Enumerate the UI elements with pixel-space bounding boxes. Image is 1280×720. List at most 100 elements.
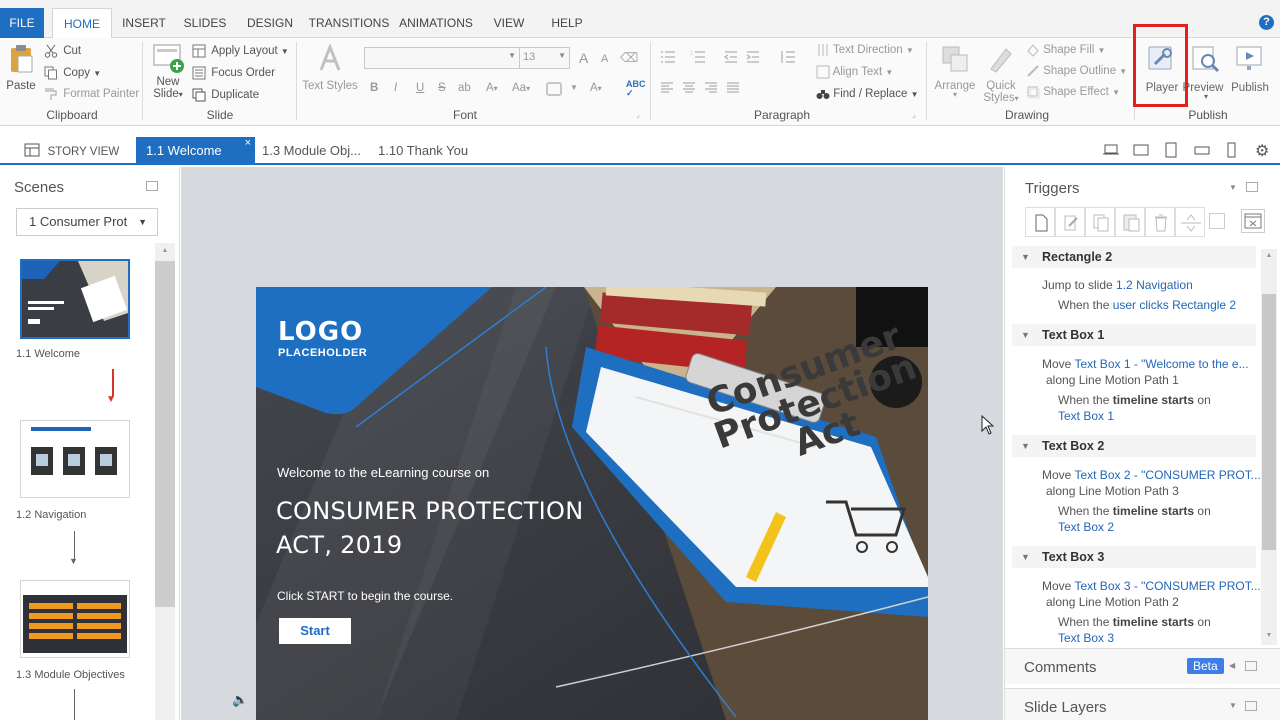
- gear-icon[interactable]: ⚙: [1255, 141, 1269, 161]
- increase-indent-icon[interactable]: [746, 50, 760, 67]
- duplicate-button[interactable]: Duplicate: [192, 85, 259, 105]
- move-trigger-icon[interactable]: [1175, 207, 1205, 237]
- trigger-condition[interactable]: When the timeline starts on: [1058, 504, 1211, 518]
- italic-button[interactable]: I: [394, 78, 397, 98]
- font-color-button[interactable]: A▾: [590, 78, 602, 98]
- text-styles-button[interactable]: Text Styles: [302, 42, 358, 92]
- new-trigger-icon[interactable]: [1025, 207, 1055, 237]
- tab-transitions[interactable]: TRANSITIONS: [306, 8, 392, 38]
- spellcheck-icon[interactable]: ABC ✓: [626, 80, 646, 98]
- scene-dropdown[interactable]: 1 Consumer Prot ▼: [16, 208, 158, 236]
- trigger-action[interactable]: Jump to slide 1.2 Navigation: [1042, 278, 1193, 292]
- justify-icon[interactable]: [726, 82, 740, 97]
- desktop-preview-icon[interactable]: [1103, 143, 1119, 160]
- phone-portrait-icon[interactable]: [1225, 142, 1237, 161]
- grow-font-button[interactable]: A: [579, 48, 588, 68]
- publish-button[interactable]: Publish: [1226, 44, 1274, 94]
- line-spacing-icon[interactable]: [780, 50, 796, 67]
- trigger-option-icon[interactable]: [1209, 213, 1225, 229]
- bullets-icon[interactable]: [660, 50, 676, 67]
- start-button[interactable]: Start: [279, 618, 351, 644]
- find-replace-button[interactable]: Find / Replace ▼: [816, 84, 918, 104]
- help-icon[interactable]: ?: [1259, 15, 1274, 30]
- slide-thumbnail-welcome[interactable]: [20, 259, 130, 339]
- click-start-text[interactable]: Click START to begin the course.: [277, 589, 453, 603]
- numbering-icon[interactable]: 1: [690, 50, 706, 67]
- panel-float-icon[interactable]: [1246, 182, 1258, 192]
- align-right-icon[interactable]: [704, 82, 718, 97]
- shape-fill-button[interactable]: Shape Fill ▼: [1026, 40, 1105, 60]
- shrink-font-button[interactable]: A: [601, 49, 608, 69]
- paragraph-dialog-launcher-icon[interactable]: ⌟: [912, 110, 916, 119]
- trigger-condition[interactable]: When the timeline starts on: [1058, 615, 1211, 629]
- edit-trigger-icon[interactable]: [1055, 207, 1085, 237]
- shape-effect-button[interactable]: Shape Effect ▼: [1026, 82, 1120, 102]
- align-left-icon[interactable]: [660, 82, 674, 97]
- trigger-group-header[interactable]: ▼ Text Box 1: [1012, 324, 1256, 346]
- trigger-action[interactable]: Move Text Box 3 - "CONSUMER PROT...: [1042, 579, 1261, 593]
- tab-slide-welcome[interactable]: 1.1 Welcome ×: [136, 137, 255, 165]
- trigger-condition[interactable]: When the user clicks Rectangle 2: [1058, 298, 1236, 312]
- close-tab-icon[interactable]: ×: [245, 129, 251, 157]
- slide-thumbnail-navigation[interactable]: [20, 420, 130, 498]
- arrange-button[interactable]: Arrange ▾: [932, 44, 978, 99]
- trigger-action[interactable]: Move Text Box 2 - "CONSUMER PROT...: [1042, 468, 1261, 482]
- tab-design[interactable]: DESIGN: [240, 8, 300, 38]
- strikethrough-button[interactable]: S: [438, 78, 446, 98]
- new-slide-button[interactable]: New Slide▾: [150, 42, 186, 100]
- align-center-icon[interactable]: [682, 82, 696, 97]
- copy-button[interactable]: Copy ▼: [44, 63, 101, 83]
- apply-layout-button[interactable]: Apply Layout ▼: [192, 41, 289, 61]
- slide-stage[interactable]: LOGO PLACEHOLDER Consumer Protection Act…: [256, 287, 928, 720]
- font-dialog-launcher-icon[interactable]: ⌟: [636, 110, 640, 119]
- tab-help[interactable]: HELP: [546, 8, 588, 38]
- font-size-combo[interactable]: 13 ▼: [519, 47, 570, 69]
- underline-button[interactable]: U: [416, 78, 424, 98]
- shape-outline-button[interactable]: Shape Outline ▼: [1026, 61, 1127, 81]
- paste-trigger-icon[interactable]: [1115, 207, 1145, 237]
- decrease-indent-icon[interactable]: [723, 50, 738, 67]
- trigger-target[interactable]: Text Box 2: [1058, 520, 1114, 534]
- triggers-collapse-icon[interactable]: ▼: [1229, 183, 1237, 192]
- comments-expand-icon[interactable]: ◀: [1229, 661, 1235, 670]
- paste-button[interactable]: Paste: [4, 44, 38, 92]
- speaker-icon[interactable]: 🔈: [232, 692, 248, 708]
- tab-file[interactable]: FILE: [0, 8, 44, 38]
- tab-insert[interactable]: INSERT: [116, 8, 172, 38]
- panel-float-icon[interactable]: [1245, 661, 1257, 671]
- font-family-combo[interactable]: ▼: [364, 47, 520, 69]
- char-spacing-button[interactable]: ab: [458, 78, 471, 98]
- trigger-target[interactable]: Text Box 1: [1058, 409, 1114, 423]
- delete-trigger-icon[interactable]: [1145, 207, 1175, 237]
- preview-button[interactable]: Preview ▾: [1183, 44, 1226, 101]
- tab-home[interactable]: HOME: [52, 8, 112, 39]
- focus-order-button[interactable]: Focus Order: [192, 63, 275, 83]
- tablet-portrait-icon[interactable]: [1164, 142, 1178, 161]
- welcome-text[interactable]: Welcome to the eLearning course on: [277, 465, 489, 480]
- tab-view[interactable]: VIEW: [486, 8, 532, 38]
- slide-layers-panel-header[interactable]: Slide Layers ▼: [1005, 688, 1280, 720]
- comments-panel-header[interactable]: Comments Beta ◀: [1005, 648, 1280, 684]
- trigger-target[interactable]: Text Box 3: [1058, 631, 1114, 645]
- tab-slide-thankyou[interactable]: 1.10 Thank You: [378, 137, 468, 165]
- logo-text[interactable]: LOGO: [278, 317, 363, 347]
- change-case-button[interactable]: Aa▾: [512, 78, 530, 98]
- tab-slides[interactable]: SLIDES: [178, 8, 232, 38]
- copy-trigger-icon[interactable]: [1085, 207, 1115, 237]
- highlight-icon[interactable]: [546, 82, 562, 96]
- cut-button[interactable]: Cut: [44, 41, 81, 61]
- course-title[interactable]: CONSUMER PROTECTION ACT, 2019: [276, 494, 583, 562]
- align-text-button[interactable]: Align Text ▼: [816, 62, 893, 82]
- trigger-action[interactable]: Move Text Box 1 - "Welcome to the e...: [1042, 357, 1249, 371]
- tablet-landscape-icon[interactable]: [1133, 143, 1149, 160]
- trigger-group-header[interactable]: ▼ Rectangle 2: [1012, 246, 1256, 268]
- story-view-tab[interactable]: STORY VIEW: [24, 137, 119, 165]
- panel-float-icon[interactable]: [146, 181, 158, 191]
- shadow-icon[interactable]: A▾: [486, 78, 498, 98]
- quick-styles-button[interactable]: Quick Styles▾: [980, 44, 1022, 104]
- clear-format-icon[interactable]: ⌫: [620, 50, 638, 66]
- slide-thumbnail-module[interactable]: [20, 580, 130, 658]
- panel-float-icon[interactable]: [1245, 701, 1257, 711]
- phone-landscape-icon[interactable]: [1194, 143, 1210, 160]
- tab-slide-module[interactable]: 1.3 Module Obj...: [262, 137, 361, 165]
